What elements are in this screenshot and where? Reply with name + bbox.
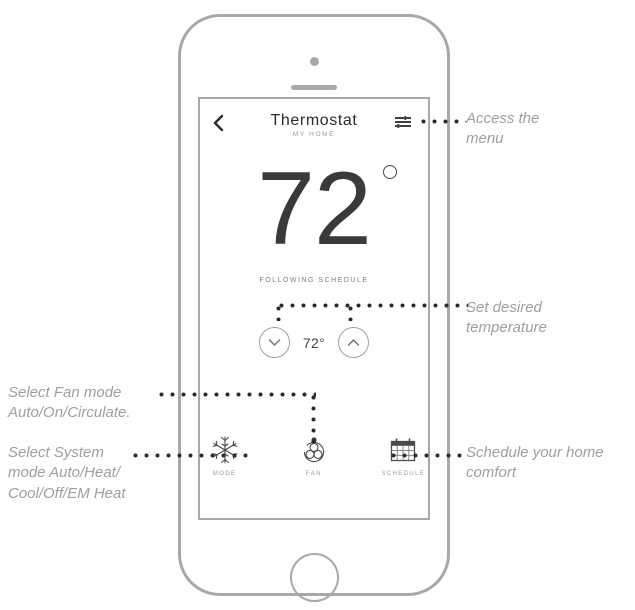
calendar-icon	[379, 434, 428, 466]
page-subtitle: MY HOME	[292, 131, 336, 138]
annotation-system-mode: Select System mode Auto/Heat/ Cool/Off/E…	[8, 444, 126, 502]
leader-line-menu	[418, 119, 466, 124]
setpoint-value: 72°	[302, 334, 326, 351]
current-temperature-block: 72 FOLLOWING SCHEDULE	[200, 157, 428, 284]
camera-dot-icon	[309, 57, 319, 66]
annotation-set-temperature: Set desired temperature	[466, 299, 547, 337]
nav-label-fan: FAN	[306, 471, 322, 477]
current-temperature-value: 72	[257, 151, 372, 267]
settings-sliders-icon[interactable]	[394, 115, 412, 129]
thermostat-status-text: FOLLOWING SCHEDULE	[259, 277, 369, 284]
setpoint-controls: 72°	[200, 327, 428, 358]
leader-line-fan-vertical	[311, 392, 316, 446]
annotation-access-menu: Access the menu	[466, 110, 540, 148]
speaker-grille-icon	[291, 85, 337, 90]
leader-line-schedule	[388, 453, 468, 458]
app-header: Thermostat MY HOME	[200, 99, 428, 147]
leader-line-system	[130, 453, 252, 458]
temperature-readout: 72	[257, 157, 397, 261]
increase-temperature-button[interactable]	[338, 327, 370, 358]
nav-label-mode: MODE	[212, 471, 237, 477]
degree-symbol-icon	[382, 165, 397, 179]
nav-label-schedule: SCHEDULE	[381, 471, 426, 477]
annotation-fan-mode: Select Fan mode Auto/On/Circulate.	[8, 384, 131, 422]
snowflake-icon	[200, 434, 249, 466]
annotation-schedule: Schedule your home comfort	[466, 444, 604, 482]
decrease-temperature-button[interactable]	[258, 327, 290, 358]
leader-line-setpoint-stub-right	[348, 303, 353, 321]
leader-line-setpoint-stub-left	[276, 303, 281, 321]
home-button[interactable]	[289, 553, 339, 602]
leader-line-fan	[156, 392, 316, 397]
leader-line-setpoint	[276, 303, 468, 308]
